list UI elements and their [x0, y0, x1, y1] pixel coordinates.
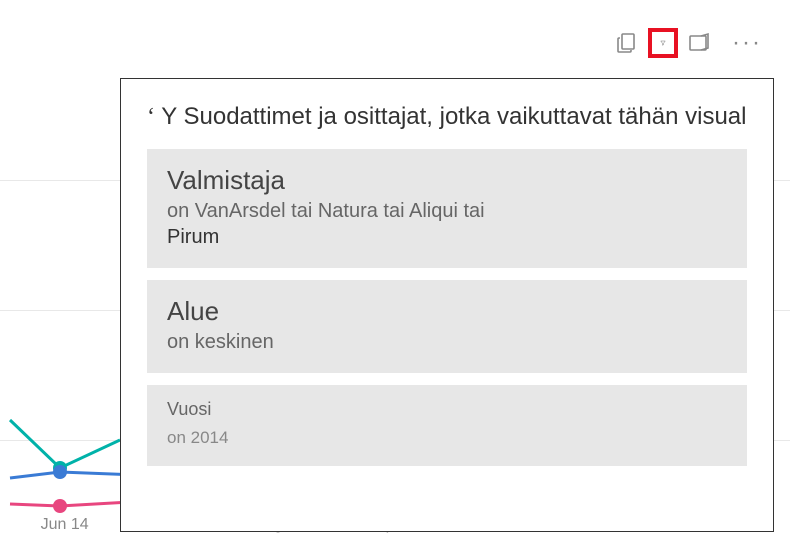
filter-card-alue[interactable]: Alue on keskinen	[147, 280, 747, 373]
x-axis-tick: Jun 14	[41, 516, 89, 534]
filter-card-vuosi[interactable]: Vuosi on 2014	[147, 385, 747, 466]
copy-icon[interactable]	[612, 28, 642, 58]
filter-name: Alue	[167, 296, 727, 327]
popup-title: ‘ Y Suodattimet ja osittajat, jotka vaik…	[147, 103, 747, 131]
filter-card-valmistaja[interactable]: Valmistaja on VanArsdel tai Natura tai A…	[147, 149, 747, 268]
filter-value: on keskinen	[167, 329, 727, 355]
filters-popup: ‘ Y Suodattimet ja osittajat, jotka vaik…	[120, 78, 774, 532]
visual-toolbar: ···	[612, 28, 762, 58]
filter-icon[interactable]	[648, 28, 678, 58]
filter-value: on 2014	[167, 428, 727, 448]
filter-value: on VanArsdel tai Natura tai Aliqui tai P…	[167, 198, 727, 250]
filter-name: Vuosi	[167, 399, 727, 420]
filter-name: Valmistaja	[167, 165, 727, 196]
focus-mode-icon[interactable]	[684, 28, 714, 58]
more-options-icon[interactable]: ···	[732, 37, 762, 49]
